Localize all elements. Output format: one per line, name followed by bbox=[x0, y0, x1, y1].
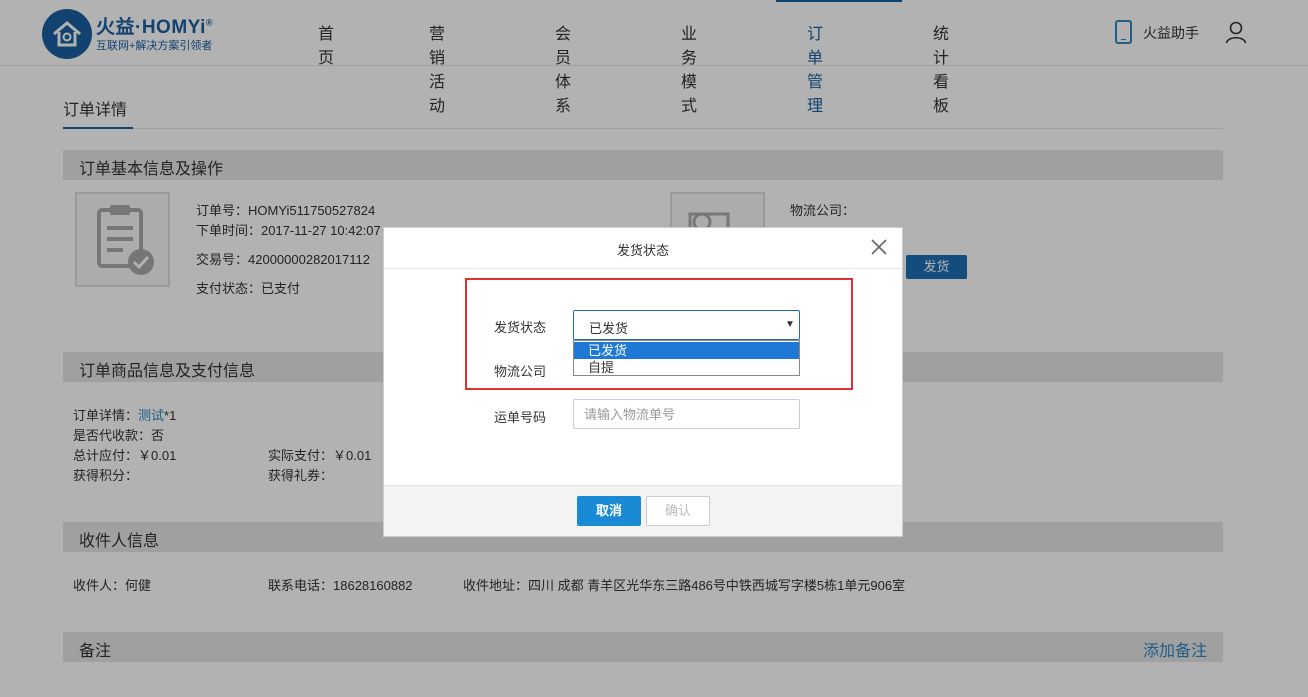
dialog-title: 发货状态 bbox=[616, 243, 669, 258]
highlight-frame bbox=[465, 278, 853, 390]
waybill-input[interactable] bbox=[574, 400, 799, 428]
cancel-button[interactable]: 取消 bbox=[577, 496, 641, 526]
waybill-label: 运单号码 bbox=[494, 410, 547, 425]
confirm-button[interactable]: 确认 bbox=[646, 496, 710, 526]
close-icon[interactable] bbox=[868, 236, 890, 258]
waybill-field[interactable] bbox=[573, 399, 800, 429]
dialog-footer: 取消 确认 bbox=[384, 485, 902, 536]
dialog-header: 发货状态 bbox=[384, 228, 902, 269]
